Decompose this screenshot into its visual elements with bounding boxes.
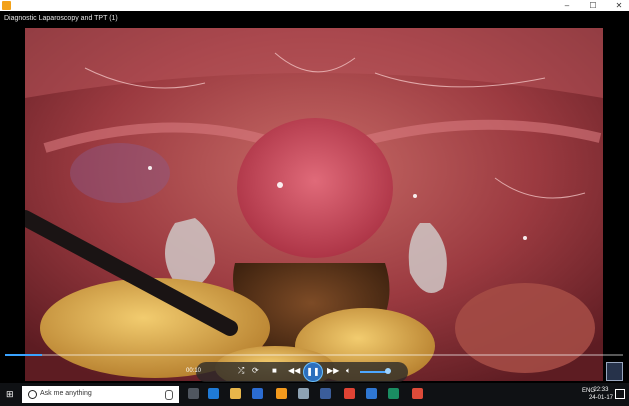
edge-icon[interactable] <box>208 388 219 399</box>
file-explorer-icon[interactable] <box>230 388 241 399</box>
task-view-icon[interactable] <box>188 388 199 399</box>
taskbar-app-icon[interactable] <box>320 388 331 399</box>
close-button[interactable]: ✕ <box>613 0 625 11</box>
taskbar-app-icon[interactable] <box>412 388 423 399</box>
volume-icon[interactable]: 🔈︎ <box>346 366 351 376</box>
repeat-icon[interactable]: ⟳ <box>252 366 259 375</box>
notifications-icon[interactable] <box>615 389 625 399</box>
volume-knob[interactable] <box>385 368 391 374</box>
minimize-button[interactable]: – <box>561 0 573 11</box>
fast-forward-icon[interactable]: ▶▶ <box>327 366 339 375</box>
player-controls: 00:10 ⤮ ⟳ ■ ◀◀ ❚❚ ▶▶ 🔈︎ <box>186 362 408 382</box>
media-player-icon[interactable] <box>276 388 287 399</box>
elapsed-time: 00:10 <box>186 368 202 374</box>
search-box[interactable]: Ask me anything <box>22 386 179 403</box>
rewind-icon[interactable]: ◀◀ <box>288 366 300 375</box>
seek-bar-fill <box>5 354 43 356</box>
stop-icon[interactable]: ■ <box>272 366 277 375</box>
clock-date: 24-01-17 <box>588 395 613 401</box>
chrome-icon[interactable] <box>344 388 355 399</box>
taskbar: ⊞ Ask me anything ENG 22:33 24-01-17 <box>0 383 629 406</box>
window-controls: – ☐ ✕ <box>561 0 625 11</box>
volume-slider[interactable] <box>360 371 388 373</box>
video-title: Diagnostic Laparoscopy and TPT (1) <box>4 15 118 22</box>
app-icon <box>2 1 11 10</box>
microphone-icon[interactable] <box>165 390 173 400</box>
word-icon[interactable] <box>366 388 377 399</box>
seek-bar[interactable] <box>5 354 623 356</box>
search-placeholder: Ask me anything <box>40 390 92 397</box>
clock-time: 22:33 <box>593 387 609 393</box>
store-icon[interactable] <box>252 388 263 399</box>
maximize-button[interactable]: ☐ <box>587 0 599 11</box>
cortana-icon <box>28 390 37 399</box>
pause-button[interactable]: ❚❚ <box>303 362 323 382</box>
title-bar: – ☐ ✕ <box>0 0 629 11</box>
video-area[interactable]: Diagnostic Laparoscopy and TPT (1) 00:10… <box>0 11 629 383</box>
clock[interactable]: 22:33 24-01-17 <box>589 386 613 402</box>
shuffle-icon[interactable]: ⤮ <box>238 366 244 376</box>
taskbar-app-icon[interactable] <box>388 388 399 399</box>
taskbar-app-icon[interactable] <box>298 388 309 399</box>
video-frame[interactable] <box>25 28 603 381</box>
switch-to-library-button[interactable] <box>606 362 623 381</box>
laparoscopy-frame-image <box>25 28 603 381</box>
start-button[interactable]: ⊞ <box>6 389 16 399</box>
